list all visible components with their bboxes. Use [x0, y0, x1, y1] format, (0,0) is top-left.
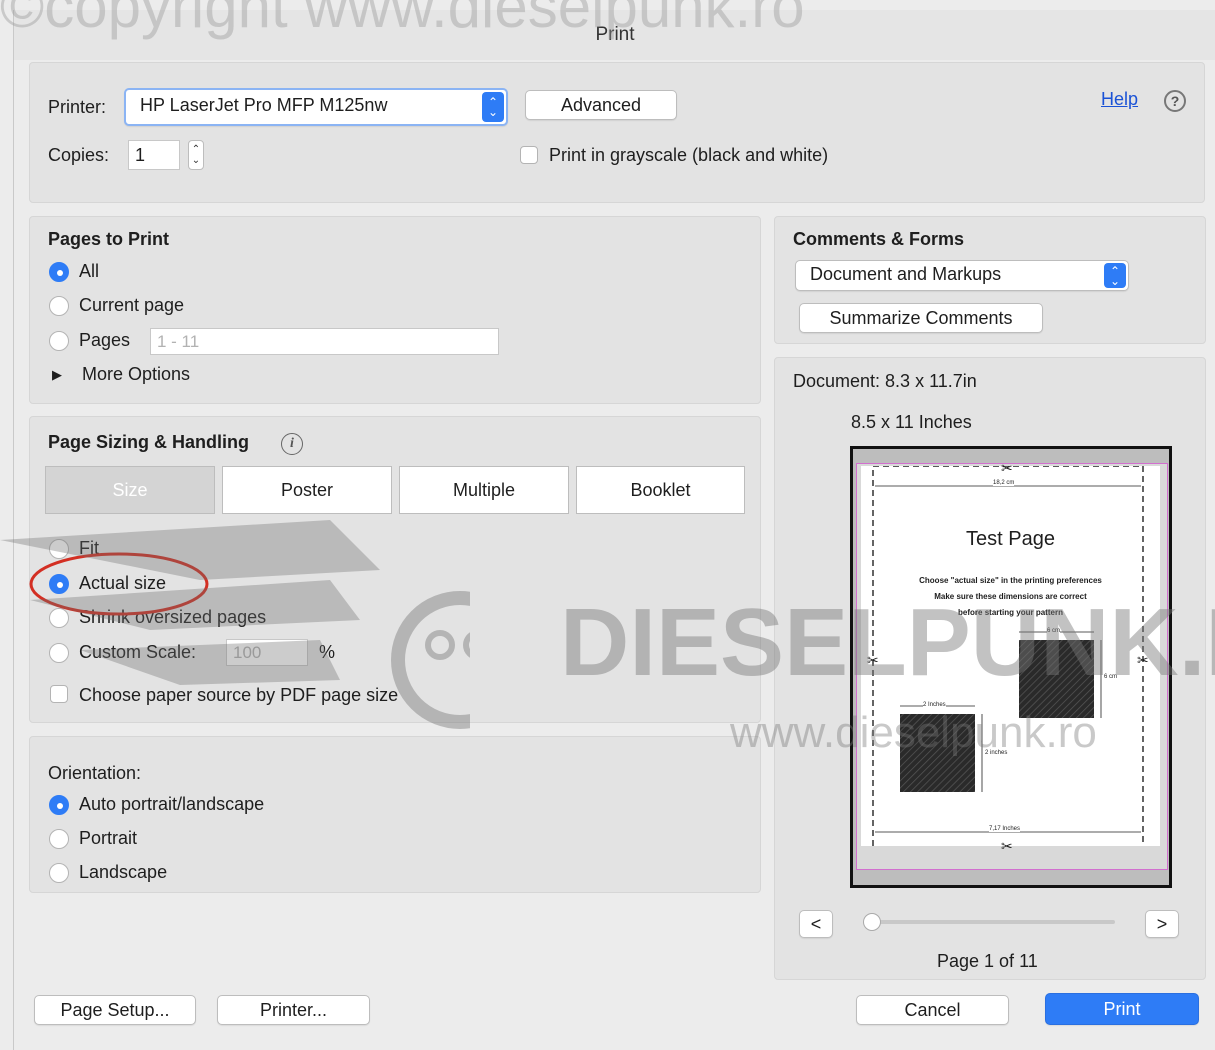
comments-heading: Comments & Forms [793, 229, 965, 249]
copies-field[interactable]: 1 [128, 140, 180, 170]
more-options-label[interactable]: More Options [82, 364, 190, 385]
tab-size[interactable]: Size [45, 466, 215, 514]
radio-all[interactable] [49, 262, 69, 282]
page-slider[interactable] [863, 913, 1115, 931]
copies-stepper[interactable]: ⌃ ⌄ [188, 140, 204, 170]
page-setup-button[interactable]: Page Setup... [34, 995, 196, 1025]
comments-panel: Comments & Forms Document and Markups ⌃ ⌄… [774, 216, 1206, 344]
radio-landscape-label: Landscape [79, 862, 168, 882]
next-page-button[interactable]: > [1145, 910, 1179, 938]
grayscale-label: Print in grayscale (black and white) [549, 145, 829, 165]
radio-portrait-label: Portrait [79, 828, 138, 848]
scissors-icon: ✂ [867, 652, 879, 668]
tab-poster[interactable]: Poster [222, 466, 392, 514]
test-page-line-1: Choose "actual size" in the printing pre… [919, 576, 1102, 585]
print-button[interactable]: Print [1045, 993, 1199, 1025]
page-preview: ✂ 18,2 cm Test Page Choose "actual size"… [850, 446, 1172, 888]
pages-range-input[interactable]: 1 - 11 [150, 328, 499, 355]
inch-square [900, 714, 975, 792]
grayscale-checkbox[interactable] [520, 146, 538, 164]
radio-auto-orientation-label: Auto portrait/landscape [79, 794, 265, 814]
tab-booklet[interactable]: Booklet [576, 466, 745, 514]
comments-select[interactable]: Document and Markups ⌃ ⌄ [795, 260, 1129, 291]
test-page-title: Test Page [966, 528, 1055, 550]
summarize-comments-button[interactable]: Summarize Comments [799, 303, 1043, 333]
scissors-icon: ✂ [1001, 838, 1013, 854]
paper-size-label: 8.5 x 11 Inches [851, 412, 972, 432]
advanced-button[interactable]: Advanced [525, 90, 677, 120]
watermark-wing-logo [0, 520, 470, 729]
radio-auto-orientation[interactable] [49, 795, 69, 815]
dim-in-label: 2 Inches [923, 702, 946, 708]
info-icon[interactable]: i [281, 433, 303, 455]
scissors-icon: ✂ [1137, 652, 1149, 668]
test-page-graphic [872, 466, 1144, 846]
pages-panel: Pages to Print All Current page Pages 1 … [29, 216, 761, 404]
radio-portrait[interactable] [49, 829, 69, 849]
dim-in-side-label: 2 inches [985, 750, 1008, 756]
test-page-line-2: Make sure these dimensions are correct [934, 592, 1087, 601]
printer-panel: Printer: HP LaserJet Pro MFP M125nw ⌃ ⌄ A… [29, 62, 1205, 203]
printer-value: HP LaserJet Pro MFP M125nw [140, 95, 388, 115]
orientation-panel: Orientation: Auto portrait/landscape Por… [29, 736, 761, 893]
radio-pages-label: Pages [79, 330, 131, 350]
window-title: Print [595, 24, 635, 45]
dim-cm-label: 6 cm [1047, 628, 1061, 634]
orientation-heading: Orientation: [48, 763, 142, 783]
printer-button[interactable]: Printer... [217, 995, 370, 1025]
chevron-updown-icon: ⌃ ⌄ [1104, 263, 1126, 288]
radio-current-page-label: Current page [79, 295, 185, 315]
comments-value: Document and Markups [810, 264, 1002, 284]
chevron-updown-icon: ⌃ ⌄ [482, 92, 504, 122]
page-status: Page 1 of 11 [937, 951, 1038, 971]
dim-bottom-label: 7,17 Inches [989, 826, 1021, 832]
document-size-label: Document: 8.3 x 11.7in [793, 371, 977, 391]
radio-pages[interactable] [49, 331, 69, 351]
page-slider-knob[interactable] [863, 913, 881, 931]
cm-square [1019, 640, 1094, 718]
dim-cm-side-label: 6 cm [1104, 674, 1118, 680]
copies-label: Copies: [48, 145, 110, 165]
radio-current-page[interactable] [49, 296, 69, 316]
printer-label: Printer: [48, 97, 107, 117]
help-icon[interactable]: ? [1164, 90, 1186, 112]
radio-landscape[interactable] [49, 863, 69, 883]
pages-heading: Pages to Print [48, 229, 170, 249]
page-preview-paper: ✂ 18,2 cm Test Page Choose "actual size"… [856, 460, 1168, 870]
dim-top-label: 18,2 cm [993, 480, 1015, 486]
sizing-heading: Page Sizing & Handling [48, 432, 250, 452]
sizing-segmented-control: Size Poster Multiple Booklet [45, 466, 745, 514]
radio-all-label: All [79, 261, 100, 281]
prev-page-button[interactable]: < [799, 910, 833, 938]
help-link[interactable]: Help [1101, 89, 1138, 110]
tab-multiple[interactable]: Multiple [399, 466, 569, 514]
preview-panel: Document: 8.3 x 11.7in 8.5 x 11 Inches ✂… [774, 357, 1206, 980]
disclosure-triangle-icon[interactable]: ▶ [52, 367, 62, 383]
title-bar: Print [14, 10, 1215, 60]
test-page-line-3: before starting your pattern [958, 608, 1063, 617]
page-printable-area: ✂ 18,2 cm Test Page Choose "actual size"… [861, 460, 1160, 854]
scissors-icon: ✂ [1001, 460, 1013, 476]
printer-select[interactable]: HP LaserJet Pro MFP M125nw ⌃ ⌄ [124, 88, 508, 126]
cancel-button[interactable]: Cancel [856, 995, 1009, 1025]
